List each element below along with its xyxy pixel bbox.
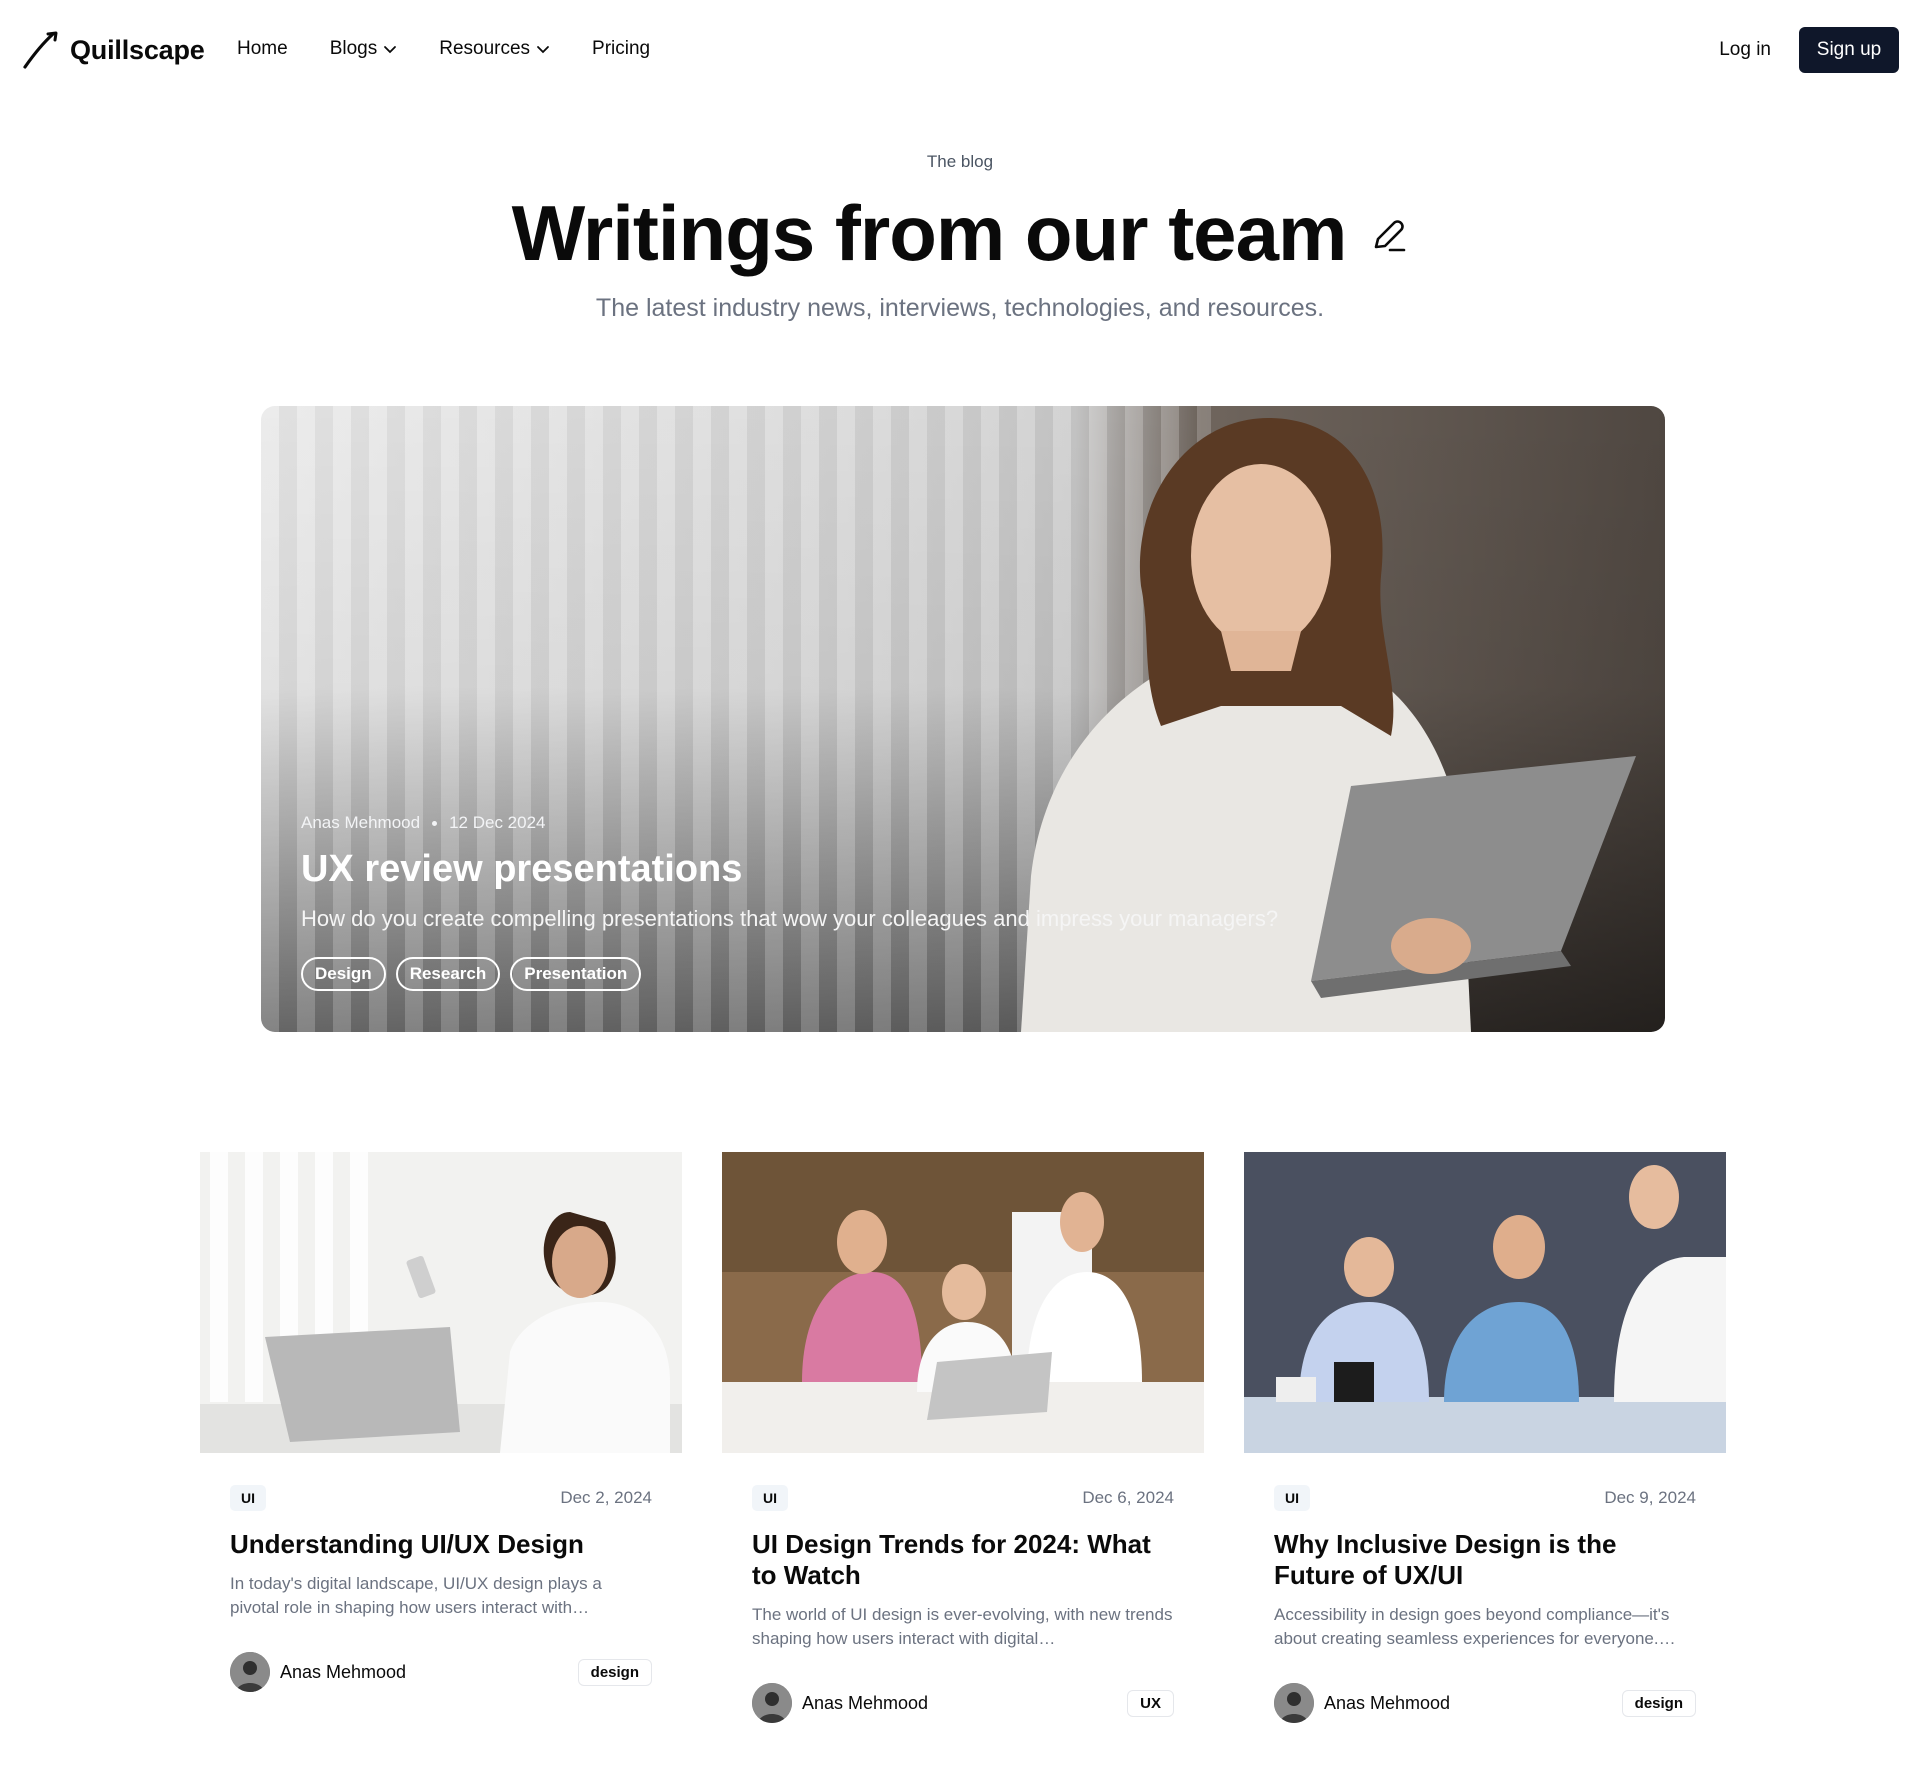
- nav-pricing-label: Pricing: [592, 38, 651, 59]
- post-thumbnail: [722, 1152, 1204, 1453]
- nav-pricing[interactable]: Pricing: [592, 38, 650, 60]
- featured-title[interactable]: UX review presentations: [301, 848, 742, 891]
- featured-description: How do you create compelling presentatio…: [301, 906, 1279, 931]
- post-title[interactable]: Understanding UI/UX Design: [230, 1529, 652, 1560]
- featured-date: 12 Dec 2024: [449, 813, 546, 832]
- post-card[interactable]: UI Dec 6, 2024 UI Design Trends for 2024…: [722, 1152, 1204, 1723]
- brand-logo[interactable]: Quillscape: [22, 30, 205, 70]
- chevron-down-icon: [384, 46, 397, 54]
- brand-name: Quillscape: [70, 34, 205, 65]
- post-card[interactable]: UI Dec 2, 2024 Understanding UI/UX Desig…: [200, 1152, 682, 1723]
- nav-resources-dropdown[interactable]: Resources: [439, 38, 550, 60]
- author-name: Anas Mehmood: [280, 1661, 407, 1682]
- featured-photo: [1021, 417, 1636, 1032]
- post-photo: [722, 1152, 1204, 1453]
- post-author[interactable]: Anas Mehmood: [752, 1683, 928, 1723]
- nav-blogs-dropdown[interactable]: Blogs: [330, 38, 398, 60]
- quill-icon: [23, 31, 58, 69]
- tag-pill[interactable]: Presentation: [510, 957, 642, 991]
- post-card[interactable]: UI Dec 9, 2024 Why Inclusive Design is t…: [1244, 1152, 1726, 1723]
- featured-meta: Anas Mehmood 12 Dec 2024: [301, 813, 545, 833]
- post-tag[interactable]: design: [1621, 1689, 1696, 1717]
- author-name: Anas Mehmood: [802, 1692, 929, 1713]
- post-title[interactable]: Why Inclusive Design is the Future of UX…: [1274, 1529, 1696, 1591]
- nav-resources-label: Resources: [439, 38, 531, 59]
- nav-home[interactable]: Home: [237, 38, 288, 60]
- avatar: [752, 1683, 792, 1723]
- signup-button[interactable]: Sign up: [1799, 27, 1899, 73]
- post-grid: UI Dec 2, 2024 Understanding UI/UX Desig…: [200, 1152, 1726, 1723]
- category-chip[interactable]: UI: [230, 1485, 266, 1511]
- page-title: Writings from our team: [511, 189, 1348, 277]
- top-navigation: Quillscape Home Blogs Resources Pricing …: [0, 0, 1920, 100]
- post-excerpt: The world of UI design is ever-evolving,…: [752, 1605, 1173, 1648]
- post-tag[interactable]: UX: [1127, 1689, 1174, 1717]
- post-excerpt: In today's digital landscape, UI/UX desi…: [230, 1574, 602, 1617]
- primary-nav: Home Blogs Resources Pricing: [237, 38, 692, 60]
- post-thumbnail: [200, 1152, 682, 1453]
- post-thumbnail: [1244, 1152, 1726, 1453]
- post-title[interactable]: UI Design Trends for 2024: What to Watch: [752, 1529, 1174, 1591]
- post-photo: [1244, 1152, 1726, 1453]
- post-date: Dec 6, 2024: [1082, 1488, 1174, 1507]
- nav-blogs-label: Blogs: [329, 38, 378, 59]
- post-author[interactable]: Anas Mehmood: [1274, 1683, 1450, 1723]
- author-name: Anas Mehmood: [1324, 1692, 1451, 1713]
- chevron-down-icon: [537, 46, 549, 54]
- post-photo: [200, 1152, 682, 1453]
- featured-post-card[interactable]: Anas Mehmood 12 Dec 2024 UX review prese…: [261, 406, 1665, 1032]
- meta-separator: [432, 820, 438, 826]
- post-date: Dec 2, 2024: [560, 1488, 652, 1507]
- post-author[interactable]: Anas Mehmood: [230, 1652, 406, 1692]
- nav-home-label: Home: [237, 38, 288, 59]
- post-tag[interactable]: design: [577, 1658, 652, 1686]
- post-excerpt: Accessibility in design goes beyond comp…: [1274, 1605, 1676, 1648]
- avatar: [230, 1652, 270, 1692]
- avatar: [1274, 1683, 1314, 1723]
- tag-pill[interactable]: Design: [301, 957, 386, 991]
- category-chip[interactable]: UI: [1274, 1485, 1310, 1511]
- page-subtitle: The latest industry news, interviews, te…: [595, 294, 1325, 322]
- featured-tags: Design Research Presentation: [301, 957, 642, 991]
- category-chip[interactable]: UI: [752, 1485, 788, 1511]
- post-date: Dec 9, 2024: [1604, 1488, 1696, 1507]
- login-button[interactable]: Log in: [1711, 29, 1779, 71]
- pencil-icon: [1375, 220, 1406, 252]
- auth-actions: Log in Sign up: [1711, 27, 1899, 73]
- featured-author: Anas Mehmood: [301, 813, 421, 832]
- section-eyebrow: The blog: [926, 152, 994, 171]
- page-heading: Writings from our team: [0, 188, 1920, 278]
- tag-pill[interactable]: Research: [395, 957, 501, 991]
